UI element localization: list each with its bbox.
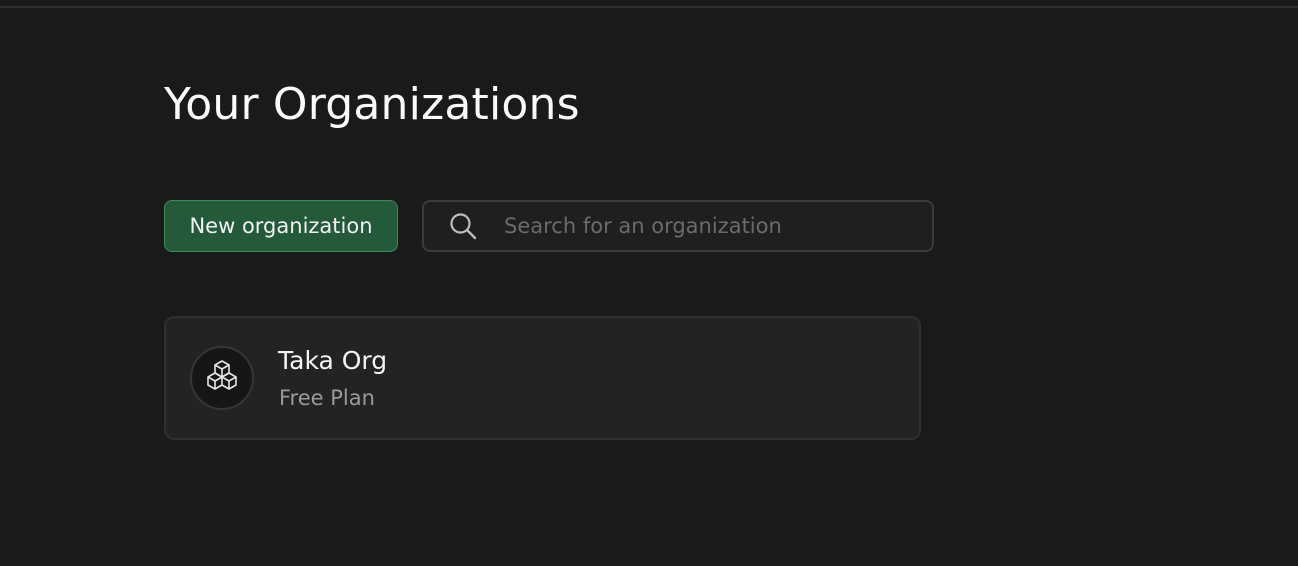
search-input[interactable]: [504, 206, 904, 246]
cubes-icon: [204, 359, 240, 397]
org-card[interactable]: Taka Org Free Plan: [164, 316, 921, 440]
new-organization-button[interactable]: New organization: [164, 200, 398, 252]
org-plan: Free Plan: [279, 386, 375, 410]
search-icon: [448, 211, 478, 241]
page-title: Your Organizations: [164, 79, 580, 130]
top-divider: [0, 6, 1298, 8]
org-name: Taka Org: [278, 346, 388, 375]
search-box[interactable]: [422, 200, 934, 252]
org-avatar: [190, 346, 254, 410]
